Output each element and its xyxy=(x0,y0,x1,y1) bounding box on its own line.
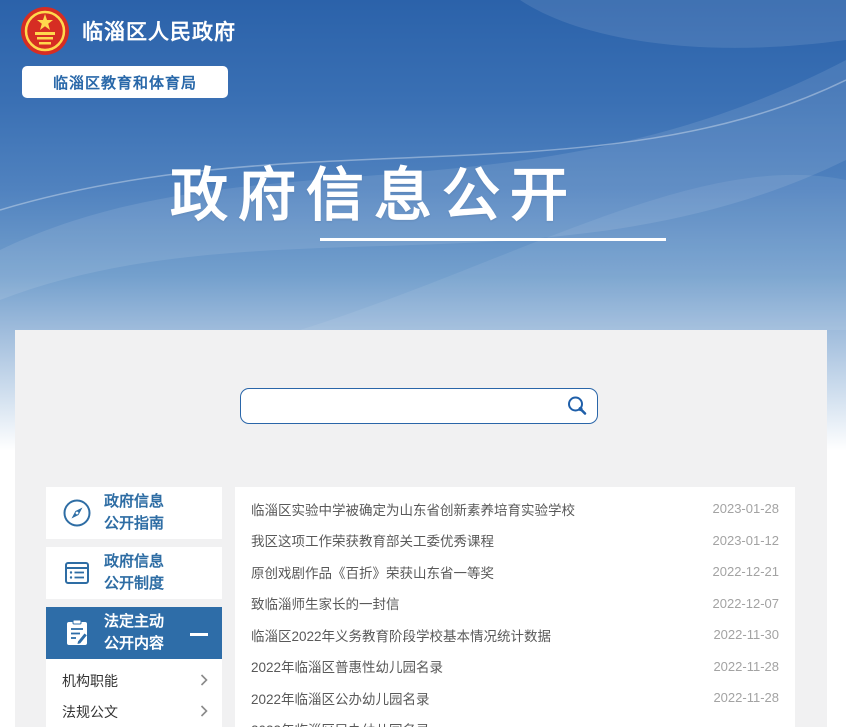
list-item[interactable]: 原创戏剧作品《百折》荣获山东省一等奖 2022-12-21 xyxy=(251,556,779,588)
compass-icon xyxy=(62,498,92,528)
news-title: 致临淄师生家长的一封信 xyxy=(251,593,400,613)
site-name: 临淄区人民政府 xyxy=(82,16,236,46)
list-item[interactable]: 我区这项工作荣获教育部关工委优秀课程 2023-01-12 xyxy=(251,525,779,557)
title-underline xyxy=(320,238,666,241)
news-title: 临淄区2022年义务教育阶段学校基本情况统计数据 xyxy=(251,625,551,645)
sidebar-sublist: 机构职能 法规公文 xyxy=(46,659,222,727)
list-item[interactable]: 临淄区2022年义务教育阶段学校基本情况统计数据 2022-11-30 xyxy=(251,619,779,651)
news-date: 2023-01-28 xyxy=(713,501,780,516)
sidebar-subitem-regulations[interactable]: 法规公文 xyxy=(46,696,222,727)
site-brand: 临淄区人民政府 xyxy=(20,6,236,56)
sub-item-label: 机构职能 xyxy=(62,671,118,691)
sub-item-label: 法规公文 xyxy=(62,702,118,722)
news-title: 临淄区实验中学被确定为山东省创新素养培育实验学校 xyxy=(251,499,575,519)
news-title: 2022年临淄区民办幼儿园名录 xyxy=(251,719,430,727)
collapse-dash-icon xyxy=(190,633,208,636)
page-title: 政府信息公开 xyxy=(170,148,578,232)
news-list: 临淄区实验中学被确定为山东省创新素养培育实验学校 2023-01-28 我区这项… xyxy=(235,487,795,727)
search-input[interactable] xyxy=(241,389,557,423)
sidebar-item-statutory-disclosure[interactable]: 法定主动 公开内容 xyxy=(46,607,222,659)
news-date: 2023-01-12 xyxy=(713,533,780,548)
clipboard-pen-icon xyxy=(62,618,92,648)
banner: 临淄区人民政府 临淄区教育和体育局 政府信息公开 xyxy=(0,0,846,330)
sidebar-item-label: 政府信息 公开指南 xyxy=(104,491,164,535)
bureau-button[interactable]: 临淄区教育和体育局 xyxy=(22,66,228,98)
list-item[interactable]: 2022年临淄区民办幼儿园名录 xyxy=(251,714,779,727)
news-title: 我区这项工作荣获教育部关工委优秀课程 xyxy=(251,530,494,550)
sidebar-item-label: 法定主动 公开内容 xyxy=(104,611,164,655)
news-date: 2022-11-30 xyxy=(713,627,779,642)
news-title: 2022年临淄区公办幼儿园名录 xyxy=(251,688,430,708)
list-item[interactable]: 2022年临淄区普惠性幼儿园名录 2022-11-28 xyxy=(251,651,779,683)
news-date: 2022-12-21 xyxy=(713,564,780,579)
list-item[interactable]: 2022年临淄区公办幼儿园名录 2022-11-28 xyxy=(251,682,779,714)
list-item[interactable]: 临淄区实验中学被确定为山东省创新素养培育实验学校 2023-01-28 xyxy=(251,493,779,525)
chevron-right-icon xyxy=(200,704,208,720)
sidebar-item-rules[interactable]: 政府信息 公开制度 xyxy=(46,547,222,599)
chevron-right-icon xyxy=(200,673,208,689)
sidebar-item-guide[interactable]: 政府信息 公开指南 xyxy=(46,487,222,539)
sidebar-subitem-org-functions[interactable]: 机构职能 xyxy=(46,665,222,696)
rules-document-icon xyxy=(62,558,92,588)
content-panel: 政府信息 公开指南 政府信息 公开制度 xyxy=(15,330,827,727)
sidebar: 政府信息 公开指南 政府信息 公开制度 xyxy=(46,487,222,727)
news-date: 2022-12-07 xyxy=(713,596,780,611)
search-button[interactable] xyxy=(557,389,597,423)
news-title: 2022年临淄区普惠性幼儿园名录 xyxy=(251,656,443,676)
search-box xyxy=(240,388,598,424)
search-icon xyxy=(566,395,588,417)
list-item[interactable]: 致临淄师生家长的一封信 2022-12-07 xyxy=(251,588,779,620)
national-emblem-icon xyxy=(20,6,70,56)
sidebar-item-label: 政府信息 公开制度 xyxy=(104,551,164,595)
news-date: 2022-11-28 xyxy=(713,659,779,674)
news-date: 2022-11-28 xyxy=(713,690,779,705)
news-title: 原创戏剧作品《百折》荣获山东省一等奖 xyxy=(251,562,494,582)
